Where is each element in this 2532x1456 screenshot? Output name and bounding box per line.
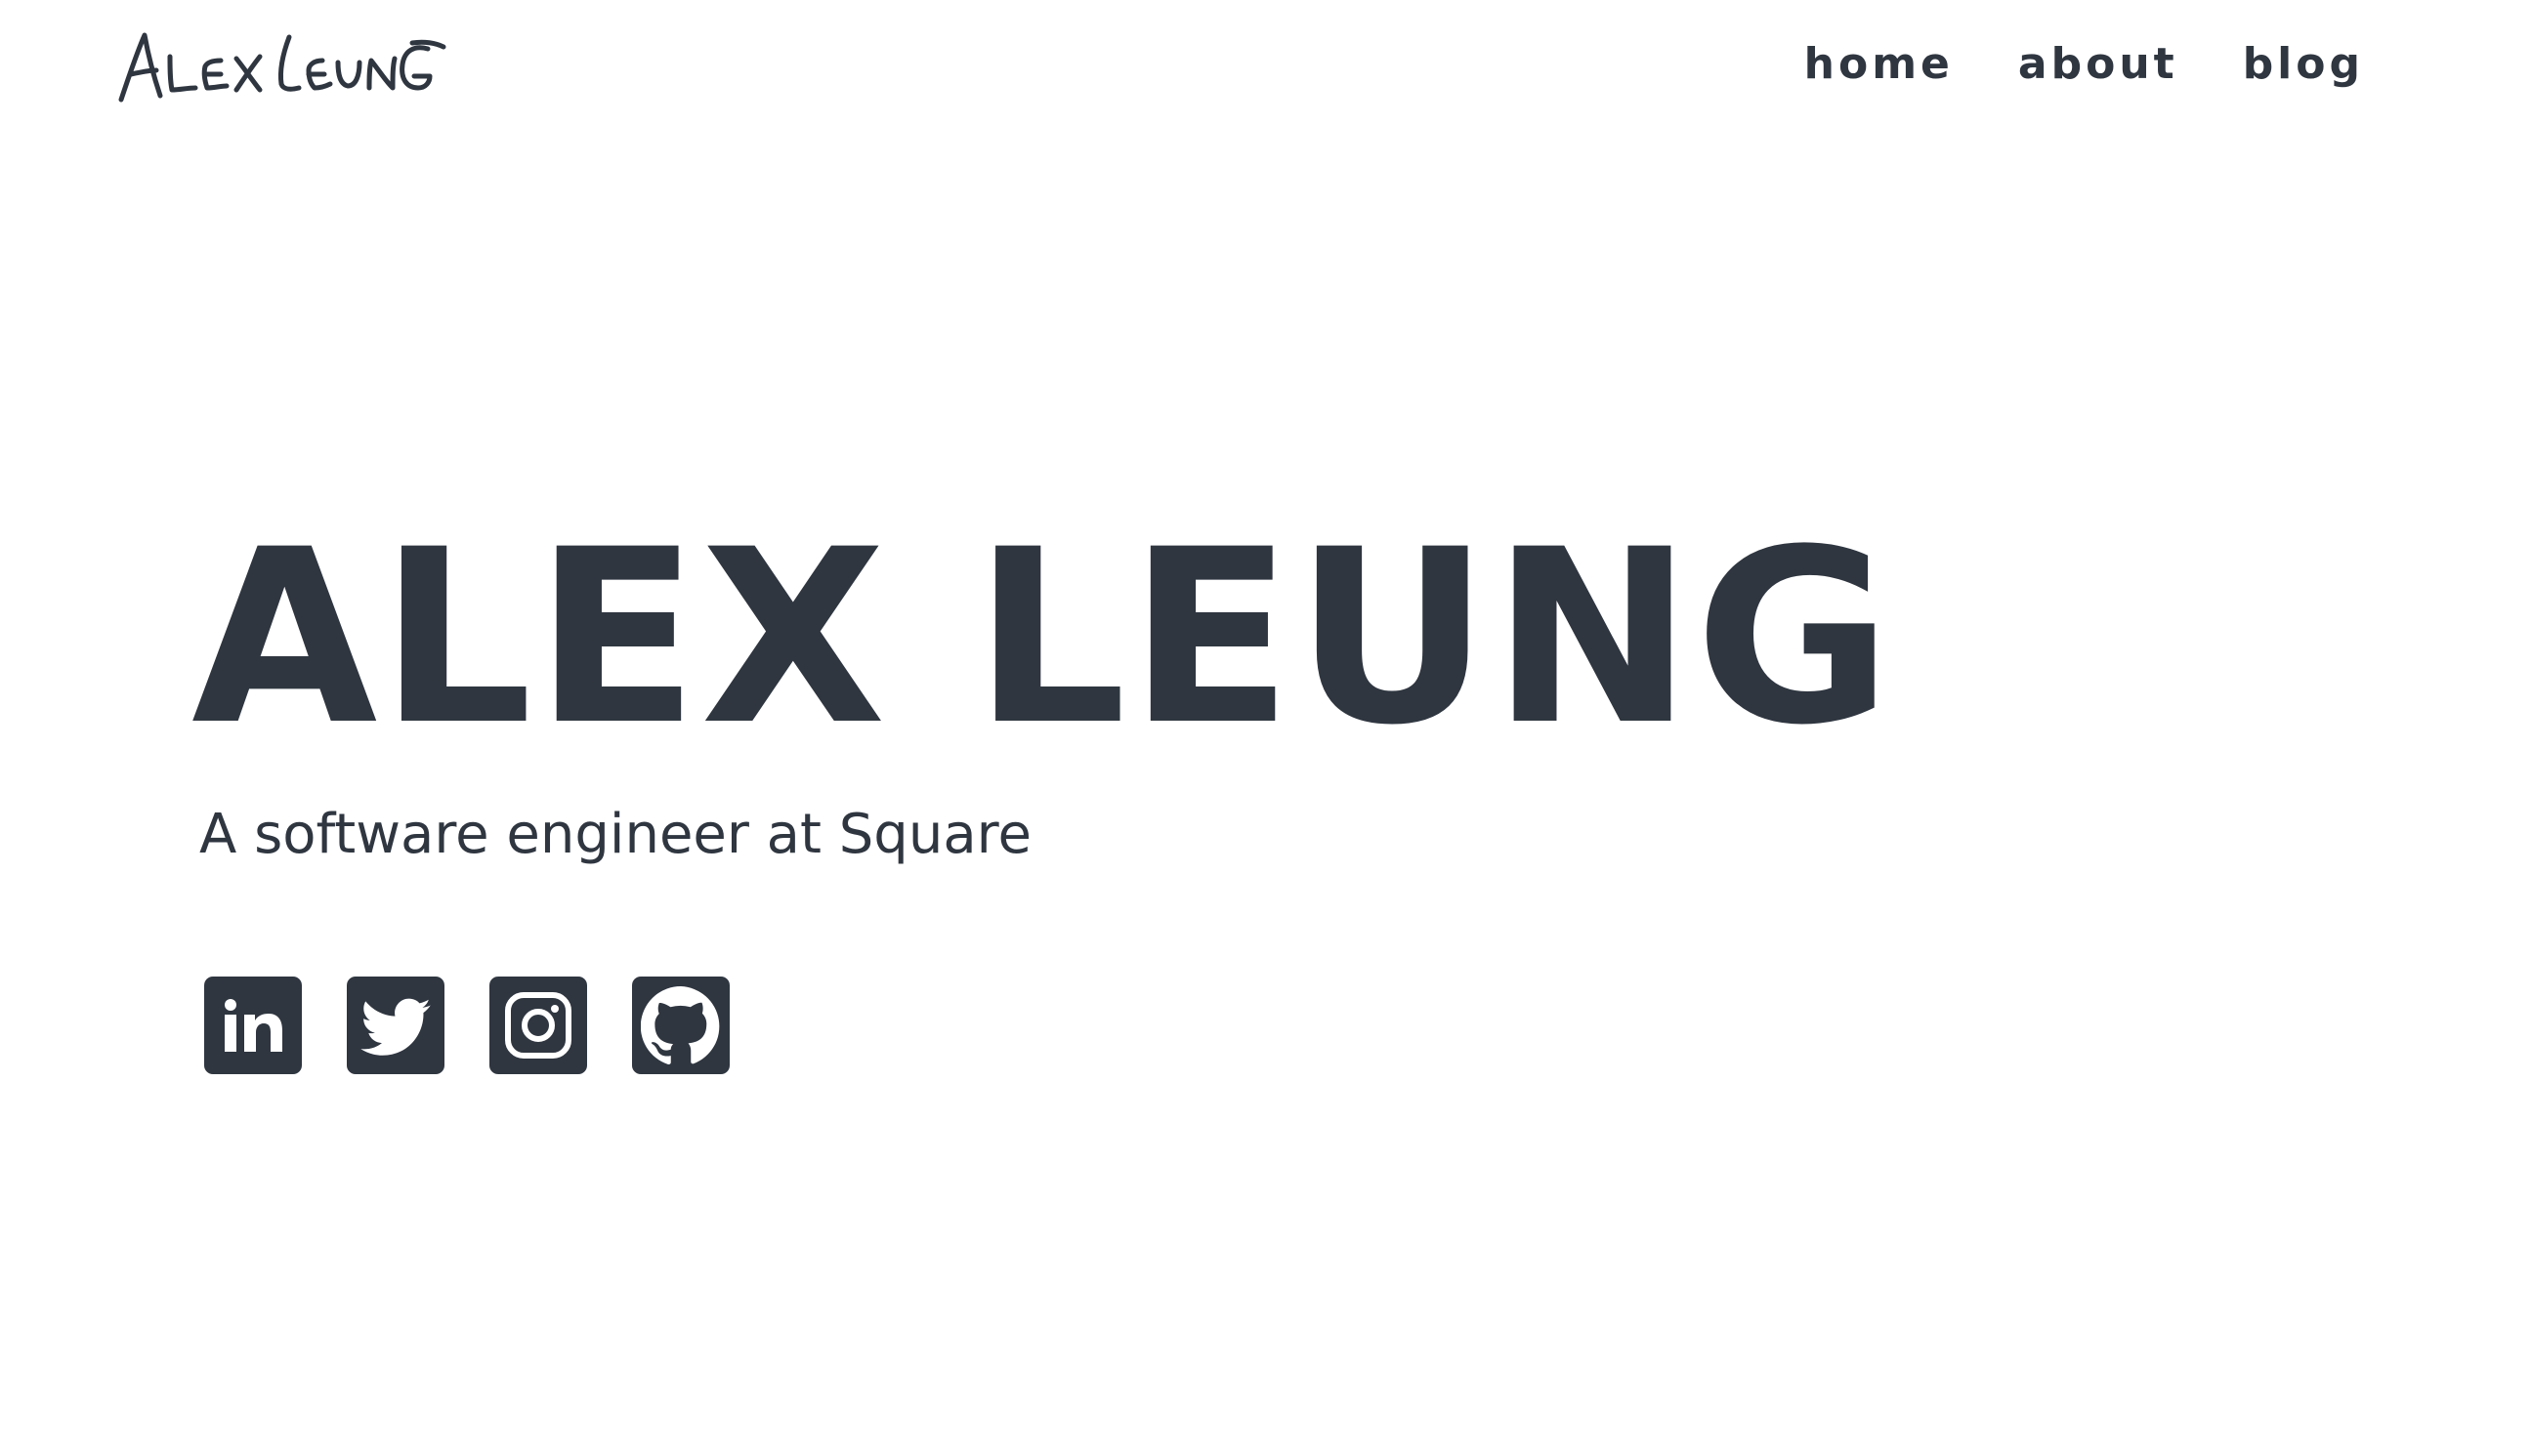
social-links [204, 977, 730, 1074]
twitter-icon [360, 998, 431, 1056]
handwritten-logo-graphic [118, 32, 446, 103]
hero-title: ALEX LEUNG [191, 499, 1894, 778]
hero-subtitle: A software engineer at Square [199, 803, 1032, 866]
nav-link-home[interactable]: home [1804, 33, 1954, 96]
nav-link-blog[interactable]: blog [2243, 33, 2364, 96]
linkedin-link[interactable] [204, 977, 302, 1074]
main-nav: home about blog [1804, 33, 2364, 96]
site-logo[interactable] [115, 27, 447, 109]
nav-link-about[interactable]: about [2018, 33, 2178, 96]
github-icon [641, 986, 720, 1065]
twitter-link[interactable] [347, 977, 444, 1074]
linkedin-icon [225, 999, 282, 1052]
instagram-icon [505, 992, 571, 1059]
github-link[interactable] [632, 977, 730, 1074]
instagram-link[interactable] [489, 977, 587, 1074]
